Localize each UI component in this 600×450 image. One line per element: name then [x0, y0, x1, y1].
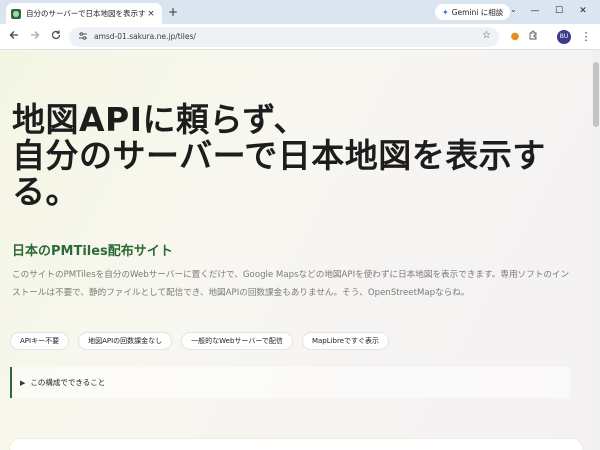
page-viewport: 地図APIに頼らず、 自分のサーバーで日本地図を表示す る。 日本のPMTile…	[0, 50, 600, 450]
tab-title: 自分のサーバーで日本地図を表示する	[26, 9, 145, 18]
disclosure-triangle-icon: ▶	[20, 378, 26, 387]
address-bar[interactable]: amsd-01.sakura.ne.jp/tiles/ ☆	[69, 27, 499, 47]
feature-tag: 地図APIの回数課金なし	[78, 332, 173, 350]
scrollbar-thumb[interactable]	[593, 62, 599, 127]
browser-toolbar: amsd-01.sakura.ne.jp/tiles/ ☆ ● BU ⋮	[0, 24, 600, 50]
page-title-line-2: 自分のサーバーで日本地図を表示す	[12, 136, 546, 175]
feature-tag: APIキー不要	[10, 332, 70, 350]
puzzle-icon[interactable]	[526, 30, 540, 44]
gemini-button[interactable]: ✦ Gemini に相談	[435, 4, 511, 20]
back-button[interactable]	[6, 29, 22, 45]
page-description: このサイトのPMTilesを自分のWebサーバーに置くだけで、Google Ma…	[12, 270, 570, 298]
reload-button[interactable]	[48, 29, 64, 45]
orange-extension-icon[interactable]: ●	[508, 30, 522, 44]
url-text[interactable]: amsd-01.sakura.ne.jp/tiles/	[94, 32, 196, 41]
close-tab-icon[interactable]: ×	[145, 9, 157, 19]
tab-strip: 自分のサーバーで日本地図を表示する × + ✦ Gemini に相談 ⌄ — ☐…	[0, 0, 600, 24]
disclosure-label: この構成でできること	[30, 378, 106, 387]
profile-avatar[interactable]: BU	[557, 30, 571, 44]
forward-button[interactable]	[27, 29, 43, 45]
arrow-right-icon	[31, 31, 40, 39]
page-title-line-1: 地図APIに頼らず、	[12, 100, 308, 139]
reload-icon	[51, 30, 61, 40]
page-title: 地図APIに頼らず、 自分のサーバーで日本地図を表示す る。	[12, 102, 582, 210]
star-icon[interactable]: ☆	[482, 30, 491, 41]
tab-search-dropdown-icon[interactable]: ⌄	[510, 5, 517, 14]
window-close-button[interactable]: ✕	[574, 3, 592, 19]
gemini-sparkle-icon: ✦	[442, 7, 449, 17]
page-scrollbar[interactable]	[592, 50, 600, 450]
page-title-line-3: る。	[12, 172, 79, 211]
site-favicon-icon	[11, 8, 21, 19]
window-minimize-button[interactable]: —	[526, 3, 544, 19]
tab-active[interactable]: 自分のサーバーで日本地図を表示する ×	[6, 3, 162, 24]
capabilities-disclosure[interactable]: ▶ この構成でできること	[10, 367, 570, 398]
new-tab-button[interactable]: +	[166, 5, 180, 19]
gemini-button-label: Gemini に相談	[451, 7, 504, 17]
page-subtitle: 日本のPMTiles配布サイト	[12, 244, 173, 259]
arrow-left-icon	[9, 31, 18, 39]
content-card	[10, 439, 582, 450]
feature-tag: MapLibreですぐ表示	[301, 332, 390, 350]
more-vert-icon[interactable]: ⋮	[580, 29, 592, 45]
feature-tags: APIキー不要 地図APIの回数課金なし 一般的なWebサーバーで配信 MapL…	[10, 332, 390, 350]
window-maximize-button[interactable]: ☐	[550, 3, 568, 19]
feature-tag: 一般的なWebサーバーで配信	[181, 332, 293, 350]
tune-icon[interactable]	[77, 31, 89, 43]
